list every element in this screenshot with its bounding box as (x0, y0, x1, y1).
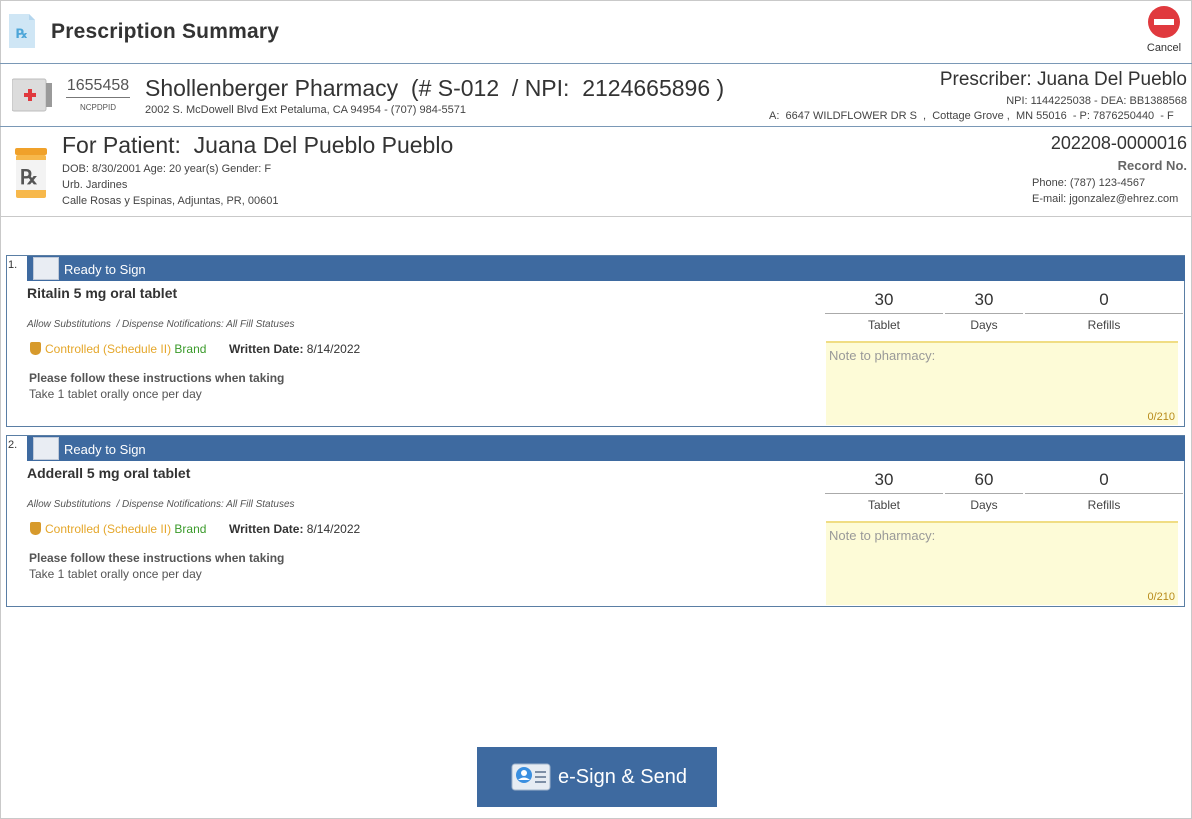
instructions-text: Take 1 tablet orally once per day (29, 387, 202, 401)
instructions-heading: Please follow these instructions when ta… (29, 551, 285, 565)
page-header: ℞ Prescription Summary Cancel (0, 0, 1192, 64)
pharmacy-icon (12, 78, 52, 112)
prescription-card: 2. Ready to Sign Adderall 5 mg oral tabl… (6, 435, 1185, 607)
controlled-label: Controlled (Schedule II) (45, 342, 172, 356)
ncpdp-label: NCPDPID (79, 103, 116, 112)
svg-text:℞: ℞ (20, 165, 38, 189)
cancel-label: Cancel (1146, 42, 1182, 54)
written-date-block: Written Date: 8/14/2022 (229, 522, 360, 536)
prescription-status: Ready to Sign (64, 442, 146, 457)
note-to-pharmacy-input[interactable]: Note to pharmacy: 0/210 (826, 521, 1178, 605)
patient-demographics: DOB: 8/30/2001 Age: 20 year(s) Gender: F (62, 163, 272, 175)
prescriber-address: A: 6647 WILDFLOWER DR S , Cottage Grove … (769, 110, 1174, 122)
page-title: Prescription Summary (51, 20, 280, 43)
pharmacy-section: 1655458 NCPDPID Shollenberger Pharmacy (… (0, 64, 1192, 127)
substitution-info: Allow Substitutions / Dispense Notificat… (27, 319, 295, 330)
prescriber-ids: NPI: 1144225038 - DEA: BB1388568 (1006, 95, 1187, 107)
written-date: 8/14/2022 (306, 342, 361, 356)
prescription-status-bar: Ready to Sign (27, 256, 1185, 281)
prescription-number: 1. (8, 259, 18, 271)
sign-checkbox[interactable] (33, 257, 59, 280)
controlled-badge-icon (30, 522, 41, 535)
prescriber-name: Prescriber: Juana Del Pueblo (939, 69, 1187, 90)
quantity-field[interactable]: 30 Tablet (825, 470, 943, 512)
svg-text:℞: ℞ (16, 27, 28, 42)
note-to-pharmacy-input[interactable]: Note to pharmacy: 0/210 (826, 341, 1178, 425)
patient-email: E-mail: jgonzalez@ehrez.com (1032, 193, 1179, 205)
refills-value[interactable]: 0 (1025, 290, 1183, 314)
instructions-text: Take 1 tablet orally once per day (29, 567, 202, 581)
refills-label: Refills (1087, 498, 1121, 512)
quantity-unit: Tablet (867, 498, 901, 512)
ncpdp-id: 1655458 (66, 77, 130, 98)
id-card-icon (511, 763, 551, 791)
substitution-info: Allow Substitutions / Dispense Notificat… (27, 499, 295, 510)
rx-bottle-icon: ℞ (15, 148, 47, 198)
written-date-label: Written Date: (229, 342, 304, 356)
days-label: Days (970, 498, 998, 512)
record-number: 202208-0000016 (1050, 133, 1187, 153)
prescription-number: 2. (8, 439, 18, 451)
refills-field[interactable]: 0 Refills (1025, 290, 1183, 332)
record-label: Record No. (1117, 158, 1187, 173)
note-placeholder: Note to pharmacy: (829, 528, 936, 543)
controlled-label: Controlled (Schedule II) (45, 522, 172, 536)
written-date: 8/14/2022 (306, 522, 361, 536)
instructions-heading: Please follow these instructions when ta… (29, 371, 285, 385)
drug-name: Ritalin 5 mg oral tablet (27, 285, 178, 301)
days-field[interactable]: 60 Days (945, 470, 1023, 512)
written-date-label: Written Date: (229, 522, 304, 536)
days-field[interactable]: 30 Days (945, 290, 1023, 332)
refills-value[interactable]: 0 (1025, 470, 1183, 494)
pharmacy-name: Shollenberger Pharmacy (# S-012 / NPI: 2… (145, 75, 725, 101)
controlled-badge-icon (30, 342, 41, 355)
patient-section: ℞ For Patient: Juana Del Pueblo Pueblo D… (0, 127, 1192, 217)
prescription-status: Ready to Sign (64, 262, 146, 277)
patient-phone: Phone: (787) 123-4567 (1032, 177, 1146, 189)
ncpdp-block: 1655458 NCPDPID (66, 77, 130, 112)
quantity-unit: Tablet (867, 318, 901, 332)
refills-label: Refills (1087, 318, 1121, 332)
written-date-block: Written Date: 8/14/2022 (229, 342, 360, 356)
refills-field[interactable]: 0 Refills (1025, 470, 1183, 512)
brand-label: Brand (174, 522, 207, 536)
esign-send-button[interactable]: e-Sign & Send (477, 747, 717, 807)
quantity-value[interactable]: 30 (825, 470, 943, 494)
drug-name: Adderall 5 mg oral tablet (27, 465, 191, 481)
pharmacy-address: 2002 S. McDowell Blvd Ext Petaluma, CA 9… (145, 104, 467, 116)
brand-label: Brand (174, 342, 207, 356)
controlled-status: Controlled (Schedule II) Brand (30, 522, 206, 536)
days-value[interactable]: 30 (945, 290, 1023, 314)
note-character-count: 0/210 (1147, 411, 1175, 423)
prescription-app-icon: ℞ (9, 14, 35, 48)
patient-address-line2: Calle Rosas y Espinas, Adjuntas, PR, 006… (62, 195, 279, 207)
cancel-icon (1148, 6, 1180, 38)
cancel-button[interactable]: Cancel (1142, 6, 1186, 54)
controlled-status: Controlled (Schedule II) Brand (30, 342, 206, 356)
patient-address-line1: Urb. Jardines (62, 179, 128, 191)
note-character-count: 0/210 (1147, 591, 1175, 603)
days-value[interactable]: 60 (945, 470, 1023, 494)
note-placeholder: Note to pharmacy: (829, 348, 936, 363)
prescription-card: 1. Ready to Sign Ritalin 5 mg oral table… (6, 255, 1185, 427)
prescription-status-bar: Ready to Sign (27, 436, 1185, 461)
quantity-value[interactable]: 30 (825, 290, 943, 314)
days-label: Days (970, 318, 998, 332)
esign-label: e-Sign & Send (558, 766, 687, 788)
patient-name: For Patient: Juana Del Pueblo Pueblo (62, 132, 454, 158)
quantity-field[interactable]: 30 Tablet (825, 290, 943, 332)
sign-checkbox[interactable] (33, 437, 59, 460)
